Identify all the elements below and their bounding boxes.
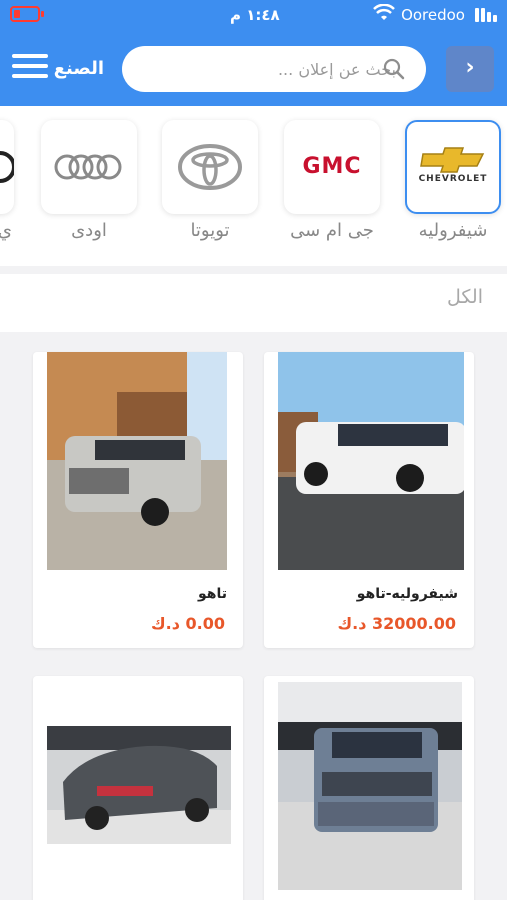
listing-photo [278,352,464,570]
listing-photo [47,352,227,570]
listing-photo [47,726,231,844]
hamburger-icon[interactable] [12,54,48,82]
listing-price: 0.00 د.ك [150,614,225,633]
chevrolet-logo: CHEVROLET [405,120,501,214]
carrier-name: Ooredoo [401,6,465,24]
listing-price: 32000.00 د.ك [337,614,456,633]
filter-strip[interactable]: الكل [0,274,507,332]
brand-label: ي [0,220,12,241]
brand-label: جى ام سى [290,220,374,241]
brand-toyota[interactable]: تويوتا [162,120,258,241]
brand-chevrolet[interactable]: CHEVROLET شيفروليه [405,120,501,241]
status-bar: ١:٤٨ م Ooredoo [0,0,507,30]
listing-title: شيفروليه-تاهو [356,586,458,602]
partial-logo [0,120,14,214]
listing-card[interactable]: شيفروليه-تاهو 32000.00 د.ك [264,352,474,648]
chevron-right-icon: › [465,55,475,80]
page-title: الصنع [53,58,104,79]
toyota-logo [162,120,258,214]
listing-photo [278,682,462,890]
app-header: الصنع › [0,30,507,106]
brand-label: اودى [71,220,107,241]
gmc-logo: GMC [284,120,380,214]
search-input[interactable] [186,46,396,92]
battery-icon [10,6,44,22]
listing-card[interactable] [33,676,243,900]
brand-label: تويوتا [190,220,230,241]
brand-partial[interactable]: ي [0,120,14,241]
listing-card[interactable]: تاهو 0.00 د.ك [33,352,243,648]
filter-all-label: الكل [447,286,483,308]
audi-logo [41,120,137,214]
wifi-icon [373,4,395,20]
brand-carousel: CHEVROLET شيفروليه GMC جى ام سى تويوتا ا… [0,106,507,266]
listing-title: تاهو [198,586,227,602]
status-time: ١:٤٨ م [230,6,280,24]
brand-label: شيفروليه [418,220,488,241]
search-bar [122,46,426,92]
brand-audi[interactable]: اودى [41,120,137,241]
back-button[interactable]: › [446,46,494,92]
listing-card[interactable] [264,676,474,900]
search-icon[interactable] [382,57,406,81]
brand-gmc[interactable]: GMC جى ام سى [284,120,380,241]
signal-icon [475,8,497,22]
